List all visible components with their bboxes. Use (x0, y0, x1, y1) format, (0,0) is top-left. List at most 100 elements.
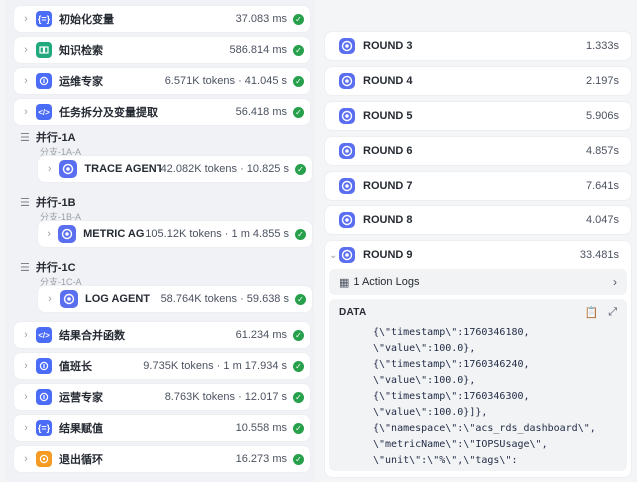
agent-icon (339, 108, 355, 124)
workflow-step-row[interactable]: › 退出循环 16.273 ms ✓ (14, 446, 310, 472)
clipboard-icon[interactable]: 📋 (584, 306, 598, 319)
code-line: \"unit\":\"%\",\"tags\": (373, 455, 518, 466)
round-time: 2.197s (585, 75, 619, 87)
success-check-icon: ✓ (295, 293, 306, 305)
round-row[interactable]: ROUND 3 1.333s (325, 32, 631, 60)
round-row[interactable]: ROUND 6 4.857s (325, 137, 631, 165)
agent-meta: 58.764K tokens · 59.638 s (160, 293, 289, 305)
step-name: 运维专家 (59, 76, 103, 88)
success-check-icon: ✓ (293, 75, 304, 87)
success-check-icon: ✓ (295, 228, 306, 240)
success-check-icon: ✓ (293, 106, 304, 118)
agent-icon (339, 73, 355, 89)
code-line: {\"timestamp\":1760346240, (373, 359, 530, 370)
success-check-icon: ✓ (293, 422, 304, 434)
round-time: 1.333s (585, 40, 619, 52)
round-name: ROUND 6 (363, 145, 413, 157)
action-logs-button[interactable]: ▦ 1 Action Logs › (329, 269, 627, 295)
rounds-panel: ROUND 3 1.333s ROUND 4 2.197s ROUND 5 5.906s R… (320, 0, 637, 482)
chevron-right-icon[interactable]: › (18, 391, 34, 403)
success-check-icon: ✓ (293, 329, 304, 341)
parallel-group-label: 并行-1C (35, 262, 76, 274)
round-name: ROUND 7 (363, 180, 413, 192)
agent-icon (339, 178, 355, 194)
agent-row[interactable]: › METRIC AG...105.12K tokens · 1 m 4.855 … (38, 221, 312, 247)
chevron-right-icon[interactable]: › (18, 106, 34, 118)
agent-name: LOG AGENT (85, 293, 150, 305)
chevron-right-icon: › (613, 275, 617, 289)
round-row[interactable]: ROUND 7 7.641s (325, 172, 631, 200)
round-row[interactable]: ROUND 5 5.906s (325, 102, 631, 130)
agent-icon (60, 290, 78, 308)
agent-meta: 105.12K tokens · 1 m 4.855 s (145, 228, 289, 240)
variable-icon: {=} (36, 11, 52, 27)
round-row[interactable]: ROUND 4 2.197s (325, 67, 631, 95)
chevron-right-icon[interactable]: › (18, 75, 34, 87)
chevron-right-icon[interactable]: › (18, 360, 34, 372)
book-icon (36, 42, 52, 58)
parallel-icon: ☰ (20, 261, 30, 274)
chevron-right-icon[interactable]: › (18, 422, 34, 434)
step-meta: 61.234 ms (235, 329, 287, 341)
agent-row[interactable]: › LOG AGENT 58.764K tokens · 59.638 s ✓ (38, 286, 312, 312)
code-line: {\"namespace\":\"acs_rds_dashboard\", (373, 423, 596, 434)
success-check-icon: ✓ (293, 391, 304, 403)
code-line: \"metricName\":\"IOPSUsage\", (373, 439, 548, 450)
round-time: 4.857s (585, 145, 619, 157)
chevron-right-icon[interactable]: › (18, 13, 34, 25)
workflow-step-row[interactable]: › </> 任务拆分及变量提取 56.418 ms ✓ (14, 99, 310, 125)
parallel-group-title[interactable]: ☰ 并行-1B (20, 194, 76, 210)
parallel-group-label: 并行-1B (35, 197, 76, 209)
success-check-icon: ✓ (295, 163, 306, 175)
chevron-right-icon[interactable]: › (18, 44, 34, 56)
step-name: 初始化变量 (59, 14, 114, 26)
agent-name: TRACE AGENT (84, 163, 161, 175)
agent-icon (339, 247, 355, 263)
step-name: 结果合并函数 (59, 330, 125, 342)
agent-icon (339, 38, 355, 54)
success-check-icon: ✓ (293, 44, 304, 56)
parallel-group-label: 并行-1A (35, 132, 76, 144)
code-line: {\"timestamp\":1760346300, (373, 391, 530, 402)
round-header[interactable]: ⌄ ROUND 9 33.481s (325, 241, 631, 269)
workflow-step-row[interactable]: › {=} 结果赋值 10.558 ms ✓ (14, 415, 310, 441)
workflow-step-row[interactable]: › 知识检索 586.814 ms ✓ (14, 37, 310, 63)
agent-meta: 42.082K tokens · 10.825 s (160, 163, 289, 175)
expand-icon[interactable]: ⤢ (608, 306, 617, 319)
workflow-step-row[interactable]: › 运营专家 8.763K tokens · 12.017 s ✓ (14, 384, 310, 410)
chevron-right-icon[interactable]: › (18, 453, 34, 465)
step-name: 值班长 (59, 361, 92, 373)
round-row[interactable]: ROUND 8 4.047s (325, 206, 631, 234)
code-line: \"value\":100.0}]}, (373, 407, 488, 418)
expert-icon (36, 389, 52, 405)
parallel-group-title[interactable]: ☰ 并行-1A (20, 129, 76, 145)
workflow-step-list: › {=} 初始化变量 37.083 ms ✓ › 知识检索 586.814 ms ✓ › 运维专家… (6, 0, 314, 482)
list-icon: ▦ (339, 276, 350, 289)
parallel-group-title[interactable]: ☰ 并行-1C (20, 259, 76, 275)
code-line: \"value\":100.0}, (373, 343, 476, 354)
workflow-step-row[interactable]: › 值班长 9.735K tokens · 1 m 17.934 s ✓ (14, 353, 310, 379)
workflow-step-row[interactable]: › {=} 初始化变量 37.083 ms ✓ (14, 6, 310, 32)
step-name: 结果赋值 (59, 423, 103, 435)
step-name: 运营专家 (59, 392, 103, 404)
chevron-down-icon[interactable]: ⌄ (329, 250, 339, 261)
success-check-icon: ✓ (293, 453, 304, 465)
chevron-right-icon[interactable]: › (42, 228, 56, 240)
code-line: {\"timestamp\":1760346180, (373, 327, 530, 338)
workflow-step-row[interactable]: › </> 结果合并函数 61.234 ms ✓ (14, 322, 310, 348)
round-time: 33.481s (579, 249, 619, 261)
chevron-right-icon[interactable]: › (42, 293, 58, 305)
round-name: ROUND 3 (363, 40, 413, 52)
code-line: \"value\":100.0}, (373, 375, 476, 386)
agent-row[interactable]: › TRACE AGENT 42.082K tokens · 10.825 s ✓ (38, 156, 312, 182)
workflow-step-row[interactable]: › 运维专家 6.571K tokens · 41.045 s ✓ (14, 68, 310, 94)
agent-icon (339, 212, 355, 228)
exit-icon (36, 451, 52, 467)
data-code: {\"timestamp\":1760346180, \"value\":100.… (373, 325, 623, 469)
chevron-right-icon[interactable]: › (42, 163, 57, 175)
data-label: DATA (339, 306, 367, 318)
step-meta: 8.763K tokens · 12.017 s (164, 391, 287, 403)
round-name: ROUND 9 (363, 249, 413, 261)
chevron-right-icon[interactable]: › (18, 329, 34, 341)
step-meta: 37.083 ms (235, 13, 287, 25)
